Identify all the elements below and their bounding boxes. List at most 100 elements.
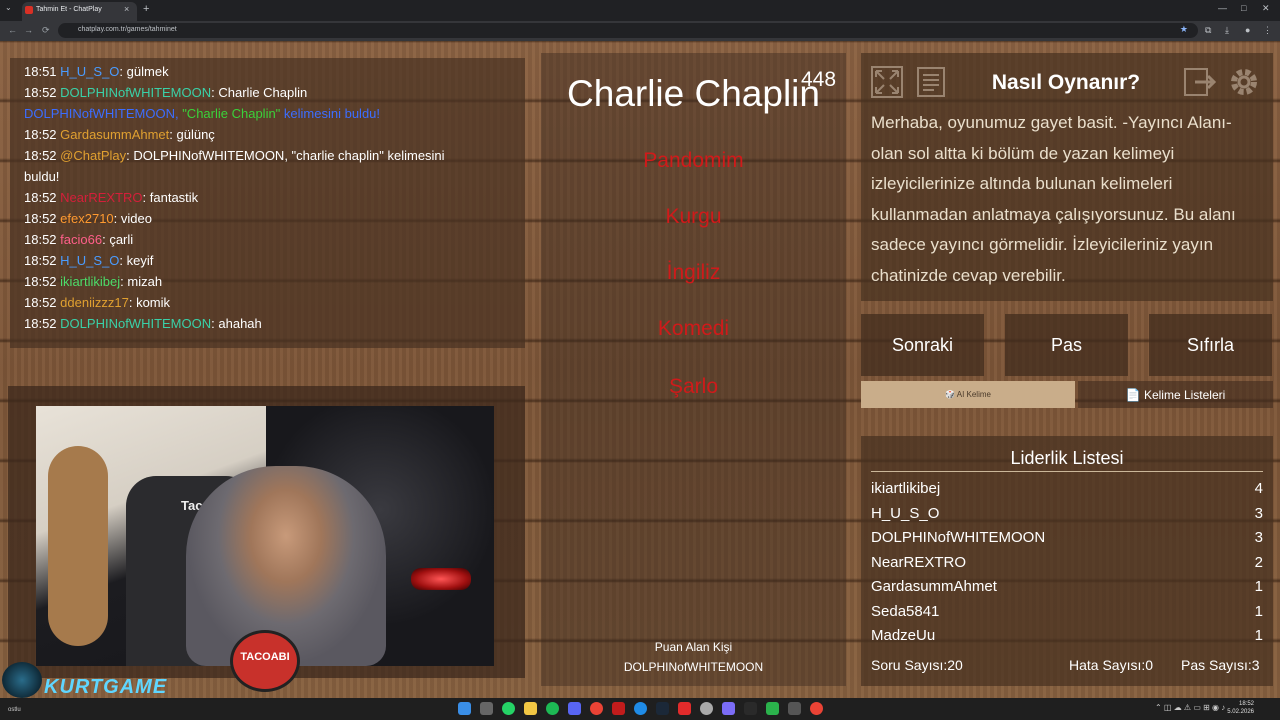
edge-icon[interactable]: [634, 702, 647, 715]
chat-timestamp: 18:52: [24, 211, 57, 226]
document-icon[interactable]: [914, 65, 948, 99]
question-count: Soru Sayısı:20: [871, 657, 963, 673]
kurtgame-logo: KURTGAME: [44, 676, 168, 698]
spotify-icon[interactable]: [546, 702, 559, 715]
obs-icon[interactable]: [700, 702, 713, 715]
settings-gear-icon[interactable]: [1227, 65, 1261, 99]
browser-tab-bar: ⌄ Tahmin Et - ChatPlay × + — □ ✕: [0, 0, 1280, 21]
wall-decoration: [48, 446, 108, 646]
exit-icon[interactable]: [1183, 65, 1217, 99]
chat-username[interactable]: H_U_S_O: [60, 64, 119, 79]
system-clock[interactable]: 18:52 5.02.2026: [1227, 700, 1254, 716]
chat-username[interactable]: H_U_S_O: [60, 253, 119, 268]
chat-text: ahahah: [218, 316, 262, 331]
streamer-badge-logo: TACOABI: [230, 630, 300, 692]
chat-timestamp: 18:52: [24, 316, 57, 331]
kurtgame-wolf-icon: [2, 662, 42, 698]
leaderboard-name: NearREXTRO: [871, 553, 967, 571]
leaderboard-score: 1: [1254, 578, 1263, 595]
minimize-button[interactable]: —: [1218, 3, 1227, 13]
next-button[interactable]: Sonraki: [861, 314, 984, 376]
reset-button[interactable]: Sıfırla: [1149, 314, 1272, 376]
chat-username[interactable]: efex2710: [60, 211, 114, 226]
profile-icon[interactable]: ●: [1245, 25, 1250, 35]
clock-date: 5.02.2026: [1227, 709, 1254, 715]
opera-icon[interactable]: [612, 702, 625, 715]
chat-username[interactable]: DOLPHINofWHITEMOON: [60, 316, 211, 331]
terminal-icon[interactable]: [744, 702, 757, 715]
taboo-word: Komedi: [657, 317, 730, 340]
start-icon[interactable]: [458, 702, 471, 715]
tab-tahmin-et[interactable]: Tahmin Et - ChatPlay ×: [22, 2, 137, 21]
ai-word-button[interactable]: 🎲 AI Kelime: [861, 381, 1075, 408]
menu-icon[interactable]: ⋮: [1263, 25, 1272, 36]
leaderboard-panel: Liderlik Listesi ikiartlikibej 4 H_U_S_O 3 D…: [861, 436, 1273, 686]
maximize-button[interactable]: □: [1241, 3, 1246, 13]
chat-timestamp: 18:52: [24, 253, 57, 268]
chat-message: 18:52 ddeniizzz17: komik: [24, 295, 170, 310]
tab-close-icon[interactable]: ×: [124, 4, 129, 14]
xbox-icon[interactable]: [766, 702, 779, 715]
chrome-icon[interactable]: [810, 702, 823, 715]
chat-timestamp: 18:52: [24, 85, 57, 100]
chat-panel: 18:51 H_U_S_O: gülmek 18:52 DOLPHINofWHIT…: [10, 58, 525, 348]
chat-username[interactable]: NearREXTRO: [60, 190, 142, 205]
close-window-button[interactable]: ✕: [1262, 3, 1270, 14]
steam-icon[interactable]: [656, 702, 669, 715]
chat-separator: :: [113, 211, 121, 226]
tab-title: Tahmin Et - ChatPlay: [36, 6, 102, 13]
taboo-word: Kurgu: [665, 205, 722, 228]
chat-separator: :: [128, 295, 137, 310]
chat-text: komik: [136, 295, 171, 310]
leaderboard-name: GardasummAhmet: [871, 578, 997, 595]
help-title: Nasıl Oynanır?: [991, 71, 1141, 94]
pass-button[interactable]: Pas: [1005, 314, 1128, 376]
url-text[interactable]: chatplay.com.tr/games/tahminet: [78, 26, 177, 33]
file-explorer-icon[interactable]: [524, 702, 537, 715]
windows-taskbar: ostlu ⌃ ◫ ☁ ⚠ ▭ ⊞ ◉ ♪ 18:52 5.02.2026: [0, 698, 1280, 720]
chat-message: 18:51 H_U_S_O: gülmek: [24, 64, 169, 79]
forward-button[interactable]: →: [24, 25, 33, 35]
leaderboard-score: 1: [1254, 627, 1263, 644]
chat-username[interactable]: ddeniizzz17: [60, 295, 129, 310]
webcam-video: TacoAbi: [36, 406, 494, 666]
chat-message: 18:52 DOLPHINofWHITEMOON: ahahah: [24, 316, 262, 331]
extensions-icon[interactable]: ⧉: [1205, 25, 1211, 36]
download-icon[interactable]: ⤓: [1225, 25, 1229, 36]
help-panel: Nasıl Oynanır? Merhaba, oyunumuz gayet b…: [861, 53, 1273, 301]
chrome-icon[interactable]: [590, 702, 603, 715]
chat-text: video: [120, 211, 152, 226]
bookmark-star-icon[interactable]: ★: [1180, 24, 1188, 35]
chat-message: 18:52 GardasummAhmet: gülünç: [24, 127, 215, 142]
chat-username[interactable]: facio66: [60, 232, 102, 247]
new-tab-button[interactable]: +: [143, 3, 149, 15]
chat-username[interactable]: GardasummAhmet: [60, 127, 169, 142]
weather-widget[interactable]: ostlu: [8, 707, 21, 713]
tray-icons[interactable]: ⌃ ◫ ☁ ⚠ ▭ ⊞ ◉ ♪: [1155, 703, 1225, 712]
word-lists-button[interactable]: 📄 Kelime Listeleri: [1078, 381, 1273, 408]
app-icon[interactable]: [678, 702, 691, 715]
chat-timestamp: 18:52: [24, 295, 57, 310]
task-view-icon[interactable]: [480, 702, 493, 715]
tab-search-button[interactable]: ⌄: [5, 3, 12, 12]
chat-text: gülünç: [176, 127, 215, 142]
app-icon[interactable]: [722, 702, 735, 715]
leaderboard-score: 3: [1254, 504, 1263, 522]
chat-timestamp: 18:52: [24, 274, 57, 289]
leaderboard-score: 3: [1254, 529, 1263, 546]
chat-message: 18:52 efex2710: video: [24, 211, 152, 226]
back-button[interactable]: ←: [8, 25, 17, 35]
chat-username[interactable]: DOLPHINofWHITEMOON: [60, 85, 211, 100]
app-icon[interactable]: [788, 702, 801, 715]
chat-username[interactable]: ikiartlikibej: [60, 274, 120, 289]
omnibox[interactable]: chatplay.com.tr/games/tahminet ★: [58, 23, 1198, 38]
fullscreen-icon[interactable]: [870, 65, 904, 99]
leaderboard-name: DOLPHINofWHITEMOON: [871, 529, 1046, 546]
reload-button[interactable]: ⟳: [42, 25, 50, 36]
address-bar-row: ← → ⟳ chatplay.com.tr/games/tahminet ★ ⧉…: [0, 21, 1280, 41]
chat-username[interactable]: @ChatPlay: [60, 148, 126, 163]
discord-icon[interactable]: [568, 702, 581, 715]
leaderboard-score: 4: [1254, 480, 1263, 497]
whatsapp-icon[interactable]: [502, 702, 515, 715]
chat-username[interactable]: DOLPHINofWHITEMOON,: [24, 106, 182, 121]
